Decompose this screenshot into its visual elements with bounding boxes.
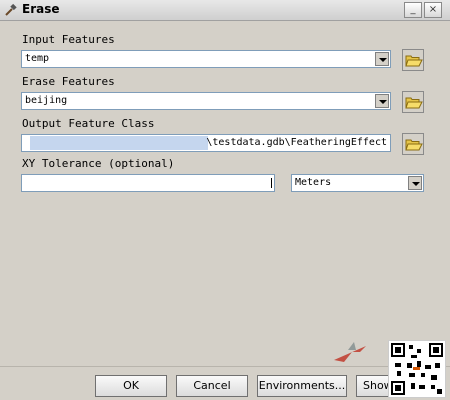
xy-tolerance-unit-value: Meters [295,177,332,188]
erase-dialog: Erase _ × Input Features temp Erase Feat… [0,0,450,400]
close-button[interactable]: × [424,2,442,18]
window-title: Erase [22,2,60,16]
erase-features-label: Erase Features [22,75,115,88]
airplane-logo-icon [334,342,366,362]
cancel-button[interactable]: Cancel [176,375,248,397]
ok-button[interactable]: OK [95,375,167,397]
erase-features-browse-button[interactable] [402,91,424,113]
qr-code-icon [391,343,443,395]
text-selection [30,136,208,150]
output-feature-class-input[interactable]: \testdata.gdb\FeatheringEffect [21,134,391,152]
erase-features-value: beijing [25,95,68,106]
xy-tolerance-input[interactable] [21,174,275,192]
input-features-browse-button[interactable] [402,49,424,71]
folder-open-icon [405,97,423,109]
title-bar: Erase _ × [0,0,450,21]
erase-features-combo[interactable]: beijing [21,92,391,110]
button-bar: OK Cancel Environments... Show [0,366,450,400]
folder-open-icon [405,55,423,67]
hammer-icon [5,3,17,16]
qr-code [388,340,446,398]
input-features-combo[interactable]: temp [21,50,391,68]
chevron-down-icon[interactable] [375,52,389,66]
output-feature-class-label: Output Feature Class [22,117,155,130]
output-feature-class-value: \testdata.gdb\FeatheringEffect [206,137,387,148]
chevron-down-icon[interactable] [375,94,389,108]
input-features-value: temp [25,53,50,64]
folder-open-icon [405,139,423,151]
xy-tolerance-unit-combo[interactable]: Meters [291,174,424,192]
minimize-button[interactable]: _ [404,2,422,18]
output-feature-class-browse-button[interactable] [402,133,424,155]
environments-button[interactable]: Environments... [257,375,347,397]
chevron-down-icon[interactable] [408,176,422,190]
xy-tolerance-label: XY Tolerance (optional) [22,157,175,170]
text-cursor [271,178,272,188]
input-features-label: Input Features [22,33,115,46]
